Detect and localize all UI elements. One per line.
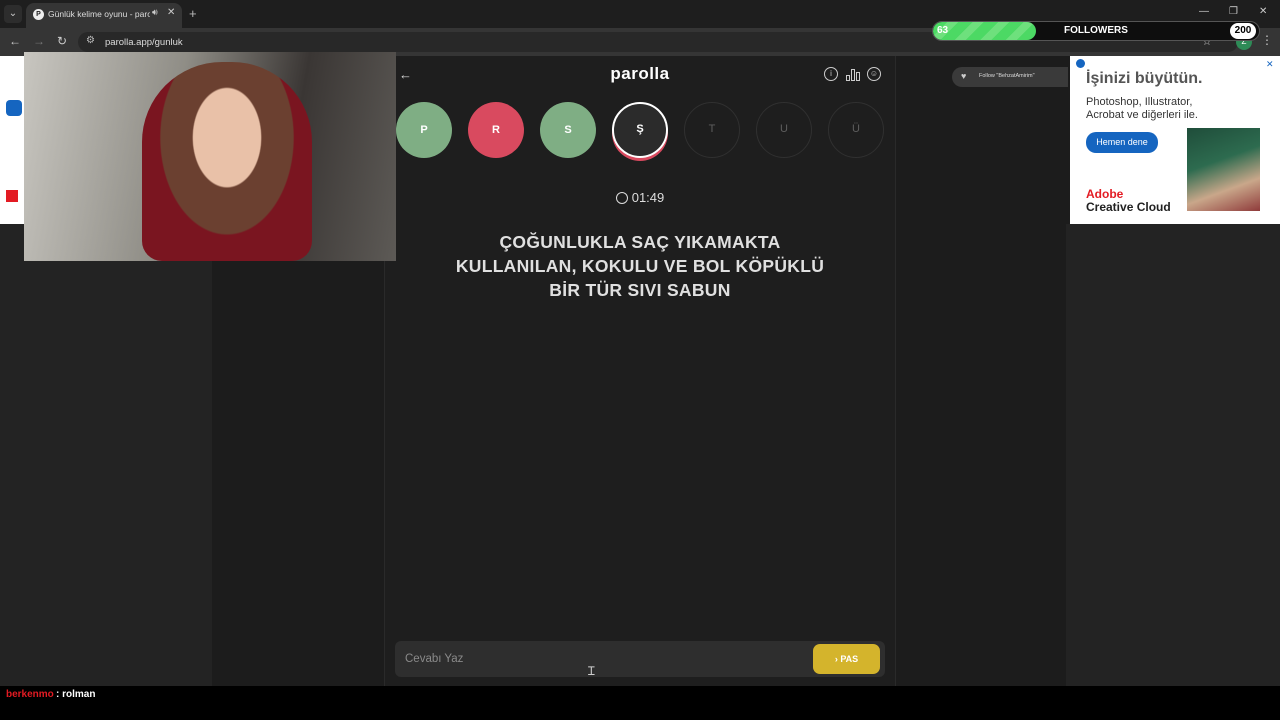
timer: 01:49	[600, 190, 680, 205]
ad-body: Photoshop, Illustrator, Acrobat ve diğer…	[1086, 96, 1198, 121]
streamer-image	[142, 62, 312, 261]
letter-circle: P	[396, 102, 452, 158]
pass-label: PAS	[840, 654, 859, 664]
letter-circle: T	[684, 102, 740, 158]
ad-brand-line1: Adobe	[1086, 187, 1124, 201]
answer-input[interactable]	[405, 650, 795, 668]
tab-search-chevron-icon[interactable]: ⌄	[4, 5, 22, 23]
back-nav-icon[interactable]: ←	[9, 34, 21, 48]
ad-cta-button[interactable]: Hemen dene	[1086, 132, 1158, 153]
followers-goal: 200	[1230, 23, 1256, 39]
forward-nav-icon[interactable]: →	[33, 34, 45, 48]
ad-headline: İşinizi büyütün.	[1086, 70, 1203, 87]
followers-label: FOLLOWERS	[1064, 25, 1128, 36]
pass-button[interactable]: › PAS	[813, 644, 880, 674]
letter-circle: Ü	[828, 102, 884, 158]
followers-goal-bar: FOLLOWERS 63 200	[932, 21, 1260, 41]
ad-info-icon[interactable]	[1076, 59, 1085, 68]
profile-icon[interactable]: ☺	[867, 67, 881, 81]
minimize-icon[interactable]: —	[1199, 6, 1209, 17]
letter-circle: R	[468, 102, 524, 158]
game-logo[interactable]: parolla	[570, 64, 710, 84]
follow-alert-text: Follow "BehzatAmirim"	[979, 73, 1035, 79]
restore-icon[interactable]: ❐	[1229, 6, 1238, 17]
ad-brand-line2: Creative Cloud	[1086, 200, 1171, 214]
tab-favicon-icon: P	[33, 9, 44, 20]
letter-circle: Ş	[612, 102, 668, 158]
left-ad-logo-icon	[6, 190, 18, 202]
followers-current: 63	[937, 25, 949, 36]
site-info-icon[interactable]: ⚙︎	[86, 35, 95, 46]
letter-circle: U	[756, 102, 812, 158]
tab-close-icon[interactable]: ✕	[167, 7, 175, 18]
right-column	[1066, 224, 1280, 686]
adobe-ad[interactable]: ✕ İşinizi büyütün. Photoshop, Illustrato…	[1070, 56, 1280, 224]
heart-icon: ♥	[961, 71, 967, 81]
browser-tab[interactable]: P Günlük kelime oyunu - parolla 🔊︎ ✕	[26, 3, 182, 28]
ad-close-icon[interactable]: ✕	[1266, 59, 1274, 70]
timer-value: 01:49	[631, 190, 665, 205]
chat-message: : rolman	[56, 689, 96, 700]
window-close-icon[interactable]: ✕	[1259, 6, 1267, 17]
left-ad-button-icon	[6, 100, 22, 116]
letter-circle: S	[540, 102, 596, 158]
left-ad-banner[interactable]	[0, 56, 24, 224]
chat-username: berkenmo	[6, 689, 54, 700]
ad-image	[1187, 128, 1260, 211]
question-text: ÇOĞUNLUKLA SAÇ YIKAMAKTA KULLANILAN, KOK…	[455, 232, 825, 300]
game-back-icon[interactable]: ←	[399, 67, 412, 82]
tab-title: Günlük kelime oyunu - parolla	[48, 9, 150, 19]
reload-icon[interactable]: ↻	[57, 34, 67, 48]
follow-alert: ♥ Follow "BehzatAmirim"	[952, 67, 1068, 87]
info-icon[interactable]: i	[824, 67, 838, 81]
left-column	[0, 224, 212, 686]
chat-overlay: berkenmo : rolman	[0, 686, 1280, 720]
chevron-right-icon: ›	[834, 654, 838, 664]
text-cursor-icon: Ɪ	[588, 664, 595, 678]
webcam-feed	[24, 52, 396, 261]
browser-menu-icon[interactable]: ⋮	[1261, 33, 1273, 47]
clock-icon	[615, 192, 628, 204]
answer-form: › PAS	[395, 641, 885, 677]
new-tab-icon[interactable]: +	[189, 6, 197, 21]
url-text[interactable]: parolla.app/gunluk	[105, 37, 183, 48]
stats-icon[interactable]	[846, 68, 860, 81]
tab-audio-icon[interactable]: 🔊︎	[152, 7, 158, 18]
